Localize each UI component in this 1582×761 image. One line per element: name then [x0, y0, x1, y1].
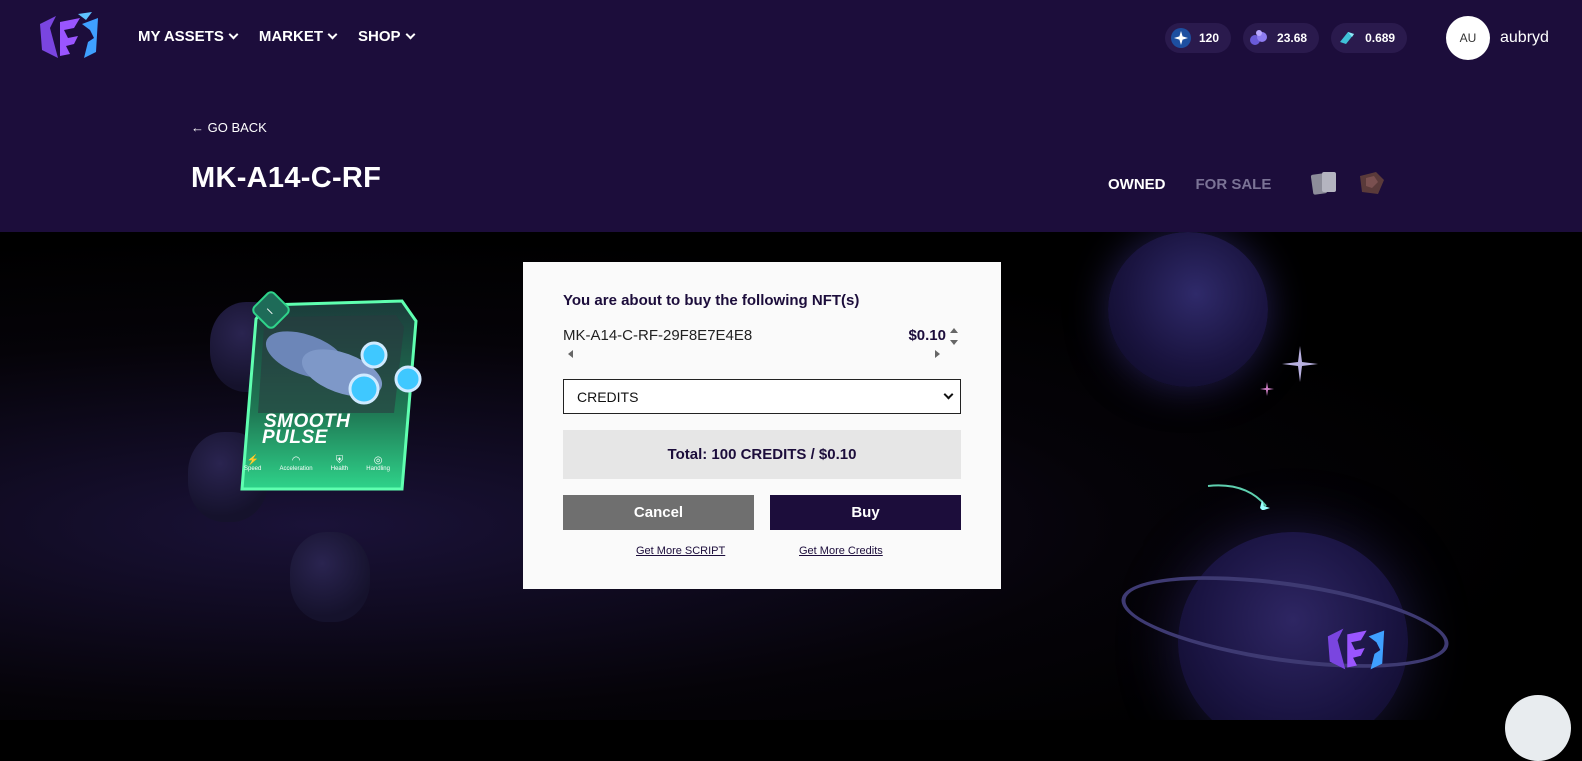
stat-handling-label: Handling — [366, 466, 390, 472]
gauge-icon: ◠ — [291, 455, 301, 466]
view-toggle — [1310, 170, 1388, 196]
chevron-down-icon — [405, 29, 415, 40]
chat-widget-button[interactable] — [1505, 695, 1571, 761]
get-more-credits-link[interactable]: Get More Credits — [799, 545, 883, 557]
steering-wheel-icon: ◎ — [373, 455, 383, 466]
scroll-right-icon[interactable] — [935, 350, 940, 358]
parts-view-icon[interactable] — [1356, 170, 1388, 196]
shield-icon: ⛨ — [335, 455, 344, 466]
nav-shop-label: SHOP — [358, 28, 401, 45]
gem-cluster-icon — [1249, 28, 1269, 48]
sparkle-icon — [1282, 346, 1318, 382]
watermark-logo-icon — [1327, 628, 1385, 670]
nav-my-assets-label: MY ASSETS — [138, 28, 224, 45]
currency-select-value: CREDITS — [577, 388, 639, 405]
top-header: MY ASSETS MARKET SHOP 120 23.68 0.689 AU… — [0, 0, 1582, 232]
buy-button[interactable]: Buy — [770, 495, 961, 530]
balance-crystal-value: 0.689 — [1365, 31, 1396, 45]
avatar[interactable]: AU — [1446, 16, 1490, 60]
stat-speed: ⚡ Speed — [244, 455, 261, 472]
card-stats: ⚡ Speed ◠ Acceleration ⛨ Health ◎ Handli… — [244, 455, 390, 472]
nav-market-label: MARKET — [258, 28, 324, 45]
asteroid-decoration — [290, 532, 370, 622]
chevron-down-icon — [327, 29, 338, 40]
nav-my-assets[interactable]: MY ASSETS — [138, 28, 239, 45]
sparkle-icon — [1260, 382, 1274, 396]
stat-health: ⛨ Health — [331, 455, 348, 472]
cancel-button[interactable]: Cancel — [563, 495, 754, 530]
tab-for-sale[interactable]: FOR SALE — [1196, 176, 1272, 193]
stat-health-label: Health — [330, 466, 349, 472]
balance-crystal[interactable]: 0.689 — [1331, 23, 1408, 53]
stat-speed-label: Speed — [244, 466, 262, 472]
nft-price: $0.10 — [908, 327, 946, 344]
ownership-tabs: OWNED FOR SALE — [1108, 176, 1271, 193]
modal-heading: You are about to buy the following NFT(s… — [563, 292, 860, 309]
balances-bar: 120 23.68 0.689 — [1165, 23, 1408, 53]
tab-owned[interactable]: OWNED — [1108, 176, 1166, 193]
nav-market[interactable]: MARKET — [258, 28, 338, 45]
stat-handling: ◎ Handling — [366, 455, 390, 472]
chevron-down-icon — [943, 389, 954, 400]
main-nav: MY ASSETS MARKET SHOP — [138, 28, 415, 45]
go-back-link[interactable]: ← GO BACK — [191, 120, 267, 135]
cards-view-icon[interactable] — [1310, 170, 1340, 196]
star-token-icon — [1171, 28, 1191, 48]
get-more-script-link[interactable]: Get More SCRIPT — [636, 545, 725, 557]
lightning-icon: ⚡ — [246, 455, 259, 466]
card-name-line2: PULSE — [262, 427, 328, 448]
nav-shop[interactable]: SHOP — [358, 28, 415, 45]
username[interactable]: aubryd — [1500, 29, 1549, 47]
purchase-modal: You are about to buy the following NFT(s… — [523, 262, 1001, 589]
total-summary: Total: 100 CREDITS / $0.10 — [563, 430, 961, 479]
nft-card[interactable]: – SMOOTH PULSE ⚡ Speed ◠ Acceleration ⛨ … — [236, 288, 422, 493]
planet-decoration — [1108, 232, 1268, 387]
balance-gems-value: 23.68 — [1277, 31, 1308, 45]
scroll-left-icon[interactable] — [568, 350, 573, 358]
balance-gems[interactable]: 23.68 — [1243, 23, 1320, 53]
comet-decoration — [1207, 484, 1270, 510]
page-title: MK-A14-C-RF — [191, 162, 382, 194]
balance-star-value: 120 — [1199, 31, 1220, 45]
chevron-down-icon — [228, 29, 239, 40]
stat-acceleration-label: Acceleration — [279, 466, 313, 472]
stat-acceleration: ◠ Acceleration — [280, 455, 313, 472]
currency-select[interactable]: CREDITS — [563, 379, 961, 414]
brand-logo-icon[interactable] — [34, 12, 104, 62]
price-spinner[interactable] — [949, 328, 959, 346]
balance-star[interactable]: 120 — [1165, 23, 1232, 53]
crystal-icon — [1337, 28, 1357, 48]
nft-id: MK-A14-C-RF-29F8E7E4E8 — [563, 327, 753, 344]
